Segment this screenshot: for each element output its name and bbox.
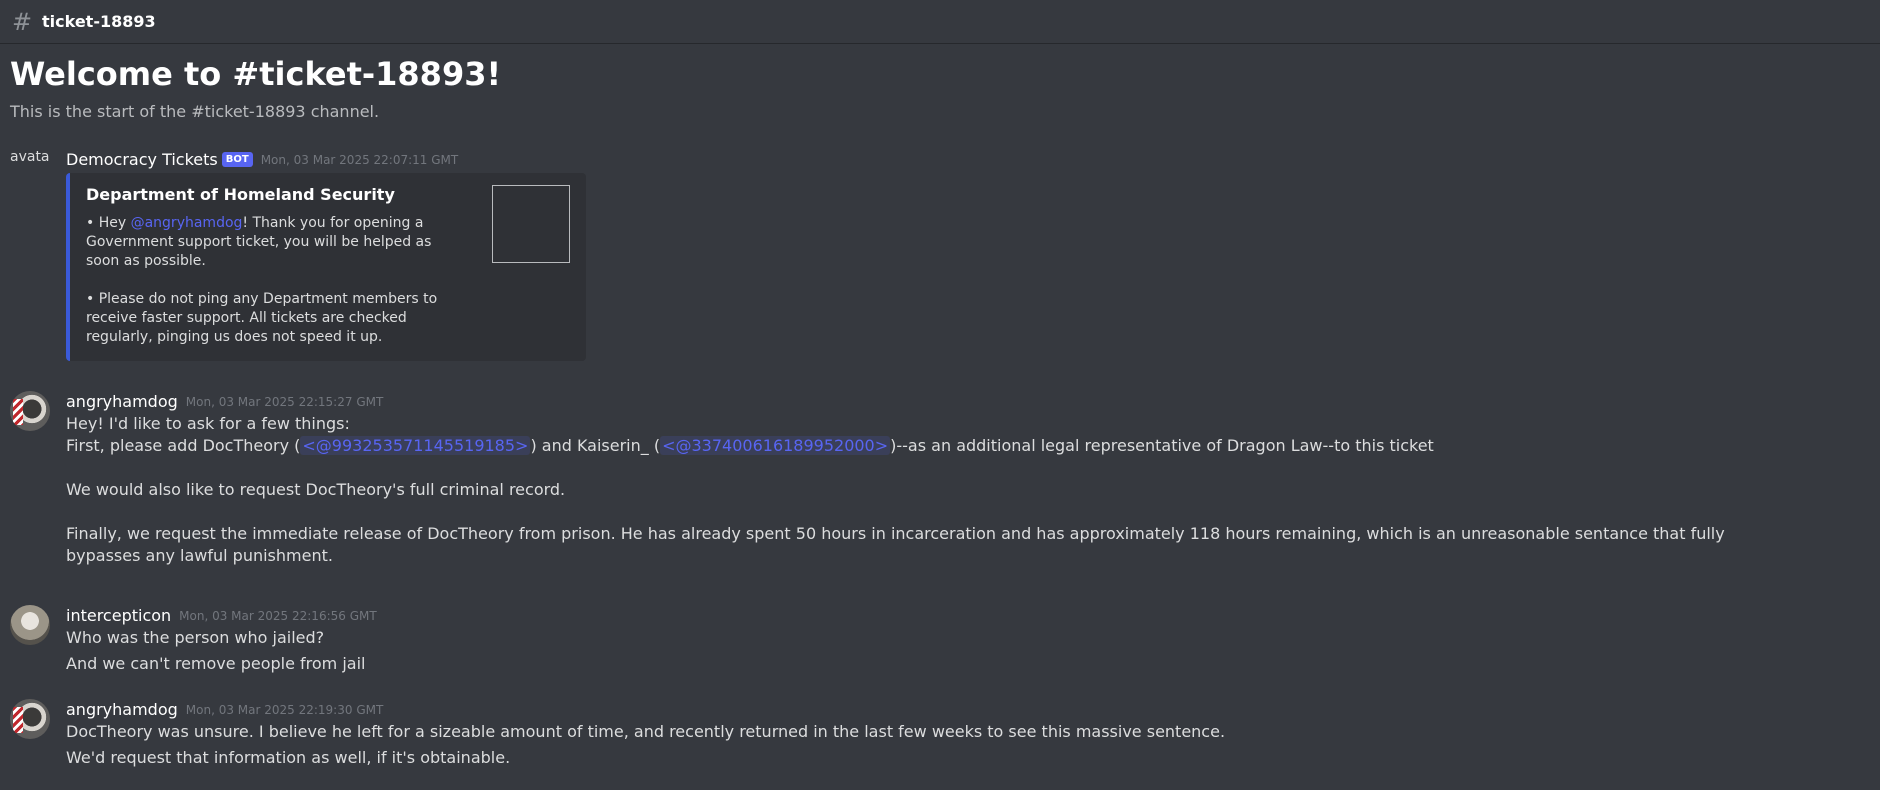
message-timestamp: Mon, 03 Mar 2025 22:07:11 GMT xyxy=(260,152,459,167)
message-line: DocTheory was unsure. I believe he left … xyxy=(66,721,1226,741)
message-line: Who was the person who jailed? xyxy=(66,627,325,647)
welcome-section: Welcome to #ticket-18893! This is the st… xyxy=(0,44,1880,121)
message-item: angryhamdog Mon, 03 Mar 2025 22:19:30 GM… xyxy=(10,698,1880,769)
embed-title: Department of Homeland Security xyxy=(86,184,395,204)
embed-paragraph-1: • Hey @angryhamdog! Thank you for openin… xyxy=(86,214,466,271)
message-text: First, please add DocTheory ( xyxy=(66,435,301,455)
channel-header: # ticket-18893 xyxy=(0,0,1880,44)
message-body: angryhamdog Mon, 03 Mar 2025 22:19:30 GM… xyxy=(66,699,1880,769)
message-line: And we can't remove people from jail xyxy=(66,653,366,673)
embed-card: Department of Homeland Security • Hey @a… xyxy=(66,172,586,361)
avatar[interactable]: avatar xyxy=(10,149,50,189)
avatar[interactable] xyxy=(10,698,50,739)
message-line: Hey! I'd like to ask for a few things: xyxy=(66,413,350,433)
message-body: angryhamdog Mon, 03 Mar 2025 22:15:27 GM… xyxy=(66,391,1880,567)
embed-content: Department of Homeland Security • Hey @a… xyxy=(86,185,466,347)
message-timestamp: Mon, 03 Mar 2025 22:19:30 GMT xyxy=(185,702,384,717)
channel-name: ticket-18893 xyxy=(42,12,156,31)
author-name[interactable]: Democracy Tickets xyxy=(66,150,218,169)
message-meta: angryhamdog Mon, 03 Mar 2025 22:19:30 GM… xyxy=(66,699,1880,721)
avatar[interactable] xyxy=(10,604,50,645)
message-meta: intercepticon Mon, 03 Mar 2025 22:16:56 … xyxy=(66,605,1880,627)
embed-paragraph-2: • Please do not ping any Department memb… xyxy=(86,290,438,345)
embed-thumbnail[interactable] xyxy=(492,184,570,263)
message-text: )--as an additional legal representative… xyxy=(890,435,1434,455)
welcome-title: Welcome to #ticket-18893! xyxy=(10,55,502,93)
message-line: We would also like to request DocTheory'… xyxy=(66,479,566,499)
message-timestamp: Mon, 03 Mar 2025 22:15:27 GMT xyxy=(185,394,384,409)
avatar[interactable] xyxy=(10,390,50,431)
message-meta: Democracy Tickets BOT Mon, 03 Mar 2025 2… xyxy=(66,149,1880,171)
message-body: Democracy Tickets BOT Mon, 03 Mar 2025 2… xyxy=(66,149,1880,361)
message-line: First, please add DocTheory (<@993253571… xyxy=(66,435,1880,457)
message-item: angryhamdog Mon, 03 Mar 2025 22:15:27 GM… xyxy=(10,390,1880,567)
user-mention[interactable]: <@993253571145519185> xyxy=(300,435,531,455)
author-name[interactable]: angryhamdog xyxy=(66,392,178,411)
message-timestamp: Mon, 03 Mar 2025 22:16:56 GMT xyxy=(179,608,377,623)
message-line: Finally, we request the immediate releas… xyxy=(66,523,1725,565)
author-name[interactable]: intercepticon xyxy=(66,606,171,625)
user-mention[interactable]: @angryhamdog xyxy=(131,215,243,231)
message-item: avatar Democracy Tickets BOT Mon, 03 Mar… xyxy=(10,149,1880,361)
embed-text-prefix: • Hey xyxy=(86,214,131,231)
author-name[interactable]: angryhamdog xyxy=(66,700,178,719)
user-mention[interactable]: <@337400616189952000> xyxy=(660,435,891,455)
welcome-subtitle: This is the start of the #ticket-18893 c… xyxy=(10,101,380,121)
message-list: avatar Democracy Tickets BOT Mon, 03 Mar… xyxy=(0,149,1880,769)
message-text: ) and Kaiserin_ ( xyxy=(530,435,661,455)
message-line: We'd request that information as well, i… xyxy=(66,747,511,767)
message-meta: angryhamdog Mon, 03 Mar 2025 22:15:27 GM… xyxy=(66,391,1880,413)
bot-badge: BOT xyxy=(221,152,253,168)
message-item: intercepticon Mon, 03 Mar 2025 22:16:56 … xyxy=(10,604,1880,675)
hash-icon: # xyxy=(11,7,33,36)
message-body: intercepticon Mon, 03 Mar 2025 22:16:56 … xyxy=(66,605,1880,675)
